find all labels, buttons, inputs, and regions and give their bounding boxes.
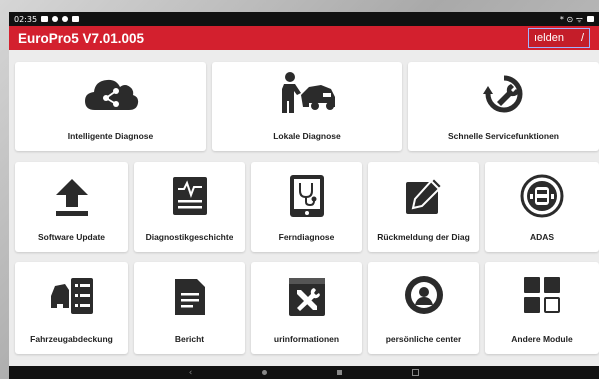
login-label: ıelden bbox=[534, 32, 564, 44]
status-right-icons: * ⊙ ᯤ bbox=[559, 14, 583, 24]
vehicle-coverage-icon bbox=[15, 276, 128, 316]
location-icon bbox=[52, 16, 59, 22]
notification-icon bbox=[41, 16, 49, 22]
tile-label: Diagnostikgeschichte bbox=[145, 232, 234, 242]
report-icon bbox=[134, 277, 245, 317]
login-suffix: / bbox=[580, 32, 584, 44]
tile-label: Andere Module bbox=[511, 334, 573, 344]
tablet-screen: 02:35 * ⊙ ᯤ EuroPro5 V7.01.005 ıelden / bbox=[9, 12, 599, 379]
cloud-share-icon bbox=[15, 76, 206, 112]
upload-icon bbox=[15, 177, 128, 217]
tile-diagnostikgeschichte[interactable]: Diagnostikgeschichte bbox=[134, 162, 245, 252]
tile-label: Ferndiagnose bbox=[278, 232, 335, 242]
app-title-bar: EuroPro5 V7.01.005 ıelden / bbox=[9, 26, 599, 50]
tile-andere-module[interactable]: Andere Module bbox=[485, 262, 599, 354]
history-doc-icon bbox=[134, 176, 245, 216]
mechanic-car-icon bbox=[212, 71, 402, 115]
sim-icon bbox=[72, 16, 80, 22]
android-nav-bar: ‹ bbox=[9, 366, 599, 379]
wrench-refresh-icon bbox=[408, 74, 599, 114]
tile-fahrzeugabdeckung[interactable]: Fahrzeugabdeckung bbox=[15, 262, 128, 354]
tile-label: Bericht bbox=[174, 334, 205, 344]
repair-info-icon bbox=[251, 276, 362, 318]
nav-screenshot-icon[interactable] bbox=[412, 369, 420, 376]
tile-schnelle-servicefunktionen[interactable]: Schnelle Servicefunktionen bbox=[408, 62, 599, 151]
tile-intelligente-diagnose[interactable]: Intelligente Diagnose bbox=[15, 62, 206, 151]
tile-software-update[interactable]: Software Update bbox=[15, 162, 128, 252]
modules-grid-icon bbox=[485, 276, 599, 314]
nav-back-icon[interactable]: ‹ bbox=[189, 368, 193, 378]
settings-status-icon bbox=[62, 16, 69, 22]
tile-label: ADAS bbox=[529, 232, 555, 242]
tile-label: Intelligente Diagnose bbox=[67, 131, 154, 141]
nav-recent-icon[interactable] bbox=[337, 370, 343, 375]
status-time: 02:35 bbox=[14, 14, 38, 24]
app-title: EuroPro5 V7.01.005 bbox=[18, 30, 145, 46]
tile-lokale-diagnose[interactable]: Lokale Diagnose bbox=[212, 62, 402, 151]
feedback-pencil-icon bbox=[368, 176, 479, 216]
tile-ferndiagnose[interactable]: Ferndiagnose bbox=[251, 162, 362, 252]
tile-rueckmeldung[interactable]: Rückmeldung der Diag bbox=[368, 162, 479, 252]
tile-persoenliche-center[interactable]: persönliche center bbox=[368, 262, 479, 354]
tile-label: Lokale Diagnose bbox=[273, 131, 341, 141]
tile-label: Software Update bbox=[37, 232, 106, 242]
adas-car-icon bbox=[485, 174, 599, 218]
login-button[interactable]: ıelden / bbox=[528, 28, 590, 48]
nav-home-icon[interactable] bbox=[262, 370, 268, 375]
tile-label: Rückmeldung der Diag bbox=[377, 232, 470, 242]
tile-adas[interactable]: ADAS bbox=[485, 162, 599, 252]
tile-label: Fahrzeugabdeckung bbox=[30, 334, 113, 344]
tile-label: Schnelle Servicefunktionen bbox=[447, 131, 559, 141]
status-bar: 02:35 * ⊙ ᯤ bbox=[9, 12, 599, 26]
stethoscope-tablet-icon bbox=[251, 174, 362, 218]
battery-icon bbox=[587, 16, 594, 22]
tile-label: persönliche center bbox=[385, 334, 462, 344]
tile-reparaturinformationen[interactable]: urinformationen bbox=[251, 262, 362, 354]
tile-bericht[interactable]: Bericht bbox=[134, 262, 245, 354]
tile-label: urinformationen bbox=[273, 334, 340, 344]
user-center-icon bbox=[368, 274, 479, 316]
